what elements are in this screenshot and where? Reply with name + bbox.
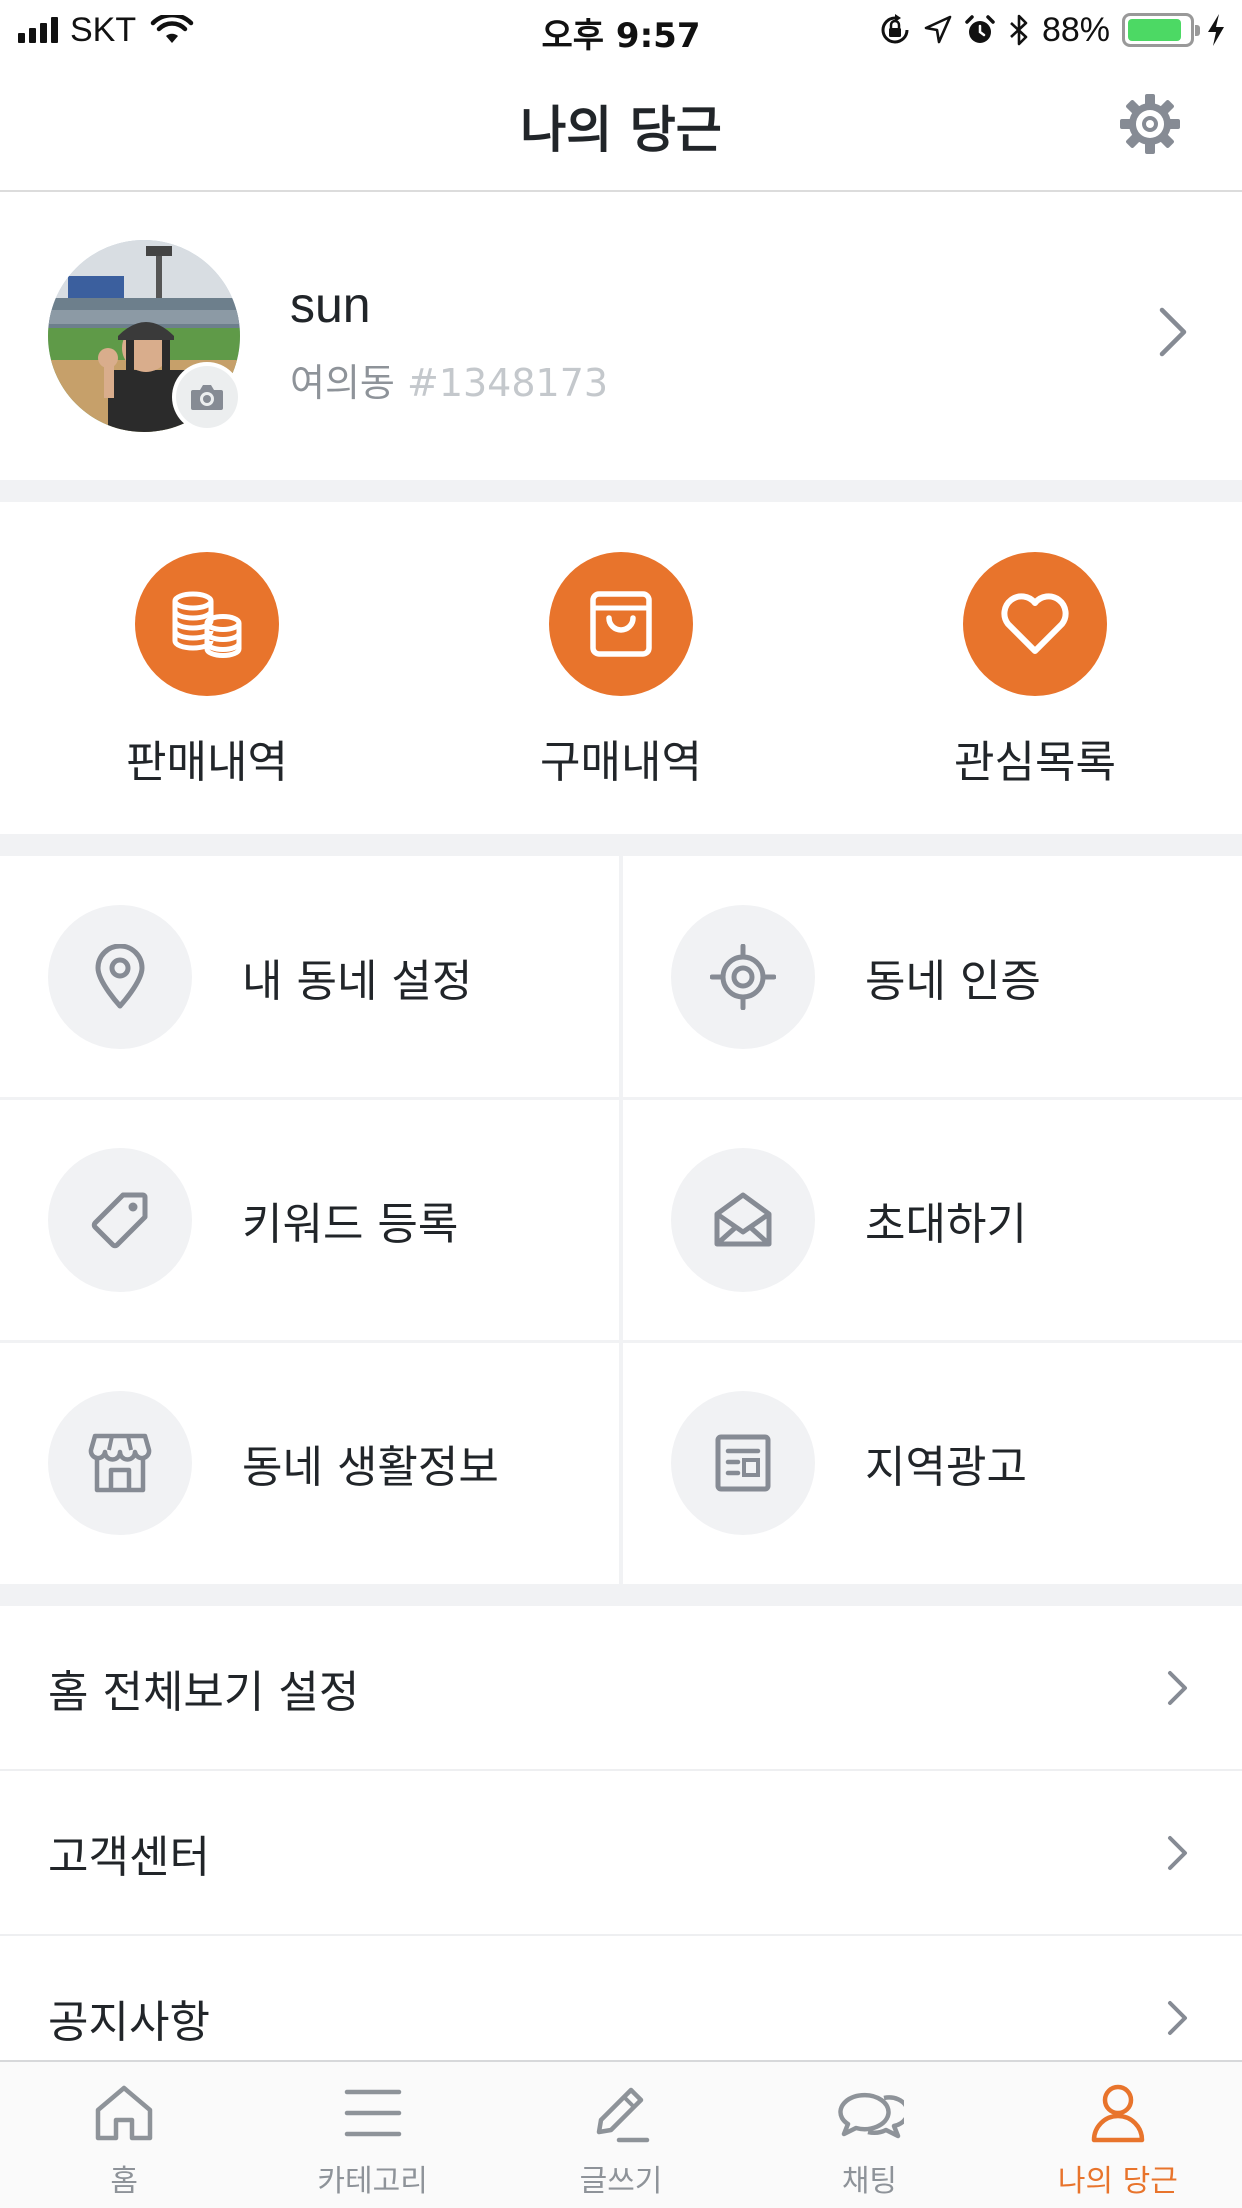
chevron-right-icon [1168,1671,1187,1705]
tab-my-carrot[interactable]: 나의 당근 [994,2062,1242,2208]
avatar[interactable] [48,240,242,432]
grid-divider [619,856,623,1584]
invite-button[interactable]: 초대하기 [623,1099,1242,1341]
sales-history-label: 판매내역 [126,737,288,788]
heart-icon [1001,593,1069,654]
wishlist-button[interactable]: 관심목록 [885,552,1185,790]
quick-actions: 판매내역 구매내역 관심목록 [0,502,1242,834]
camera-button[interactable] [172,362,242,432]
tag-icon [91,1192,148,1249]
section-divider [0,1584,1242,1606]
tab-category[interactable]: 카테고리 [248,2062,496,2208]
profile-id: #1348173 [406,361,609,405]
alarm-icon [965,15,995,43]
tab-label: 나의 당근 [1057,2164,1178,2199]
grid-divider [0,1340,1242,1343]
target-icon [710,944,776,1010]
home-icon [95,2085,153,2141]
battery-percent: 88% [1041,10,1110,49]
chevron-right-icon [1168,2001,1187,2035]
location-icon [924,15,952,44]
tab-label: 카테고리 [317,2164,428,2199]
grid-divider [0,1097,1242,1100]
battery-icon [1122,13,1200,47]
invite-label: 초대하기 [865,1199,1027,1250]
local-info-label: 동네 생활정보 [242,1442,499,1493]
grid-menu: 내 동네 설정 동네 인증 키워드 등록 초대하기 동네 생활정보 지역광고 [0,856,1242,1584]
list-item-customer-center[interactable]: 고객센터 [0,1771,1242,1936]
charging-icon [1208,14,1224,46]
chevron-right-icon[interactable] [1156,304,1190,360]
tab-bar: 홈 카테고리 글쓰기 채팅 나의 당근 [0,2060,1242,2208]
tab-label: 홈 [110,2164,138,2199]
list-item-label: 고객센터 [48,1831,210,1883]
profile-name: sun [290,277,371,333]
pencil-icon [596,2087,650,2143]
tab-label: 글쓰기 [579,2164,663,2199]
coins-icon [172,591,242,658]
list-item-label: 공지사항 [48,1996,210,2048]
gear-icon[interactable] [1118,92,1182,156]
keyword-register-label: 키워드 등록 [242,1199,459,1250]
tab-label: 채팅 [841,2164,898,2199]
list-menu: 홈 전체보기 설정 고객센터 공지사항 [0,1606,1242,2101]
neighborhood-verify-label: 동네 인증 [865,956,1041,1007]
neighborhood-verify-button[interactable]: 동네 인증 [623,856,1242,1098]
neighborhood-setting-label: 내 동네 설정 [242,956,473,1007]
wishlist-label: 관심목록 [954,737,1116,788]
purchase-history-label: 구매내역 [540,737,702,788]
shopping-bag-icon [590,591,652,657]
nav-bar: 나의 당근 [0,60,1242,192]
menu-icon [344,2089,401,2137]
chat-icon [838,2092,905,2139]
page-title: 나의 당근 [520,101,722,159]
map-pin-icon [95,944,145,1009]
profile-section[interactable]: sun 여의동 #1348173 [0,194,1242,480]
section-divider [0,480,1242,502]
newspaper-icon [715,1434,771,1492]
purchase-history-button[interactable]: 구매내역 [471,552,771,790]
local-info-button[interactable]: 동네 생활정보 [0,1342,619,1584]
section-divider [0,834,1242,856]
sales-history-button[interactable]: 판매내역 [57,552,357,790]
keyword-register-button[interactable]: 키워드 등록 [0,1099,619,1341]
store-icon [88,1433,152,1493]
bluetooth-icon [1010,14,1028,46]
camera-icon [191,385,223,410]
neighborhood-setting-button[interactable]: 내 동네 설정 [0,856,619,1098]
envelope-open-icon [714,1192,772,1247]
local-ads-label: 지역광고 [865,1442,1027,1493]
list-item-label: 홈 전체보기 설정 [48,1666,360,1718]
local-ads-button[interactable]: 지역광고 [623,1342,1242,1584]
tab-chat[interactable]: 채팅 [745,2062,993,2208]
profile-subtitle: 여의동 #1348173 [290,352,608,407]
profile-town: 여의동 [290,361,395,405]
chevron-right-icon [1168,1836,1187,1870]
tab-home[interactable]: 홈 [0,2062,248,2208]
list-item-home-view-setting[interactable]: 홈 전체보기 설정 [0,1606,1242,1771]
tab-write[interactable]: 글쓰기 [497,2062,745,2208]
status-bar: SKT 오후 9:57 88% [0,0,1242,60]
orientation-lock-icon [881,14,909,44]
user-icon [1091,2084,1145,2143]
